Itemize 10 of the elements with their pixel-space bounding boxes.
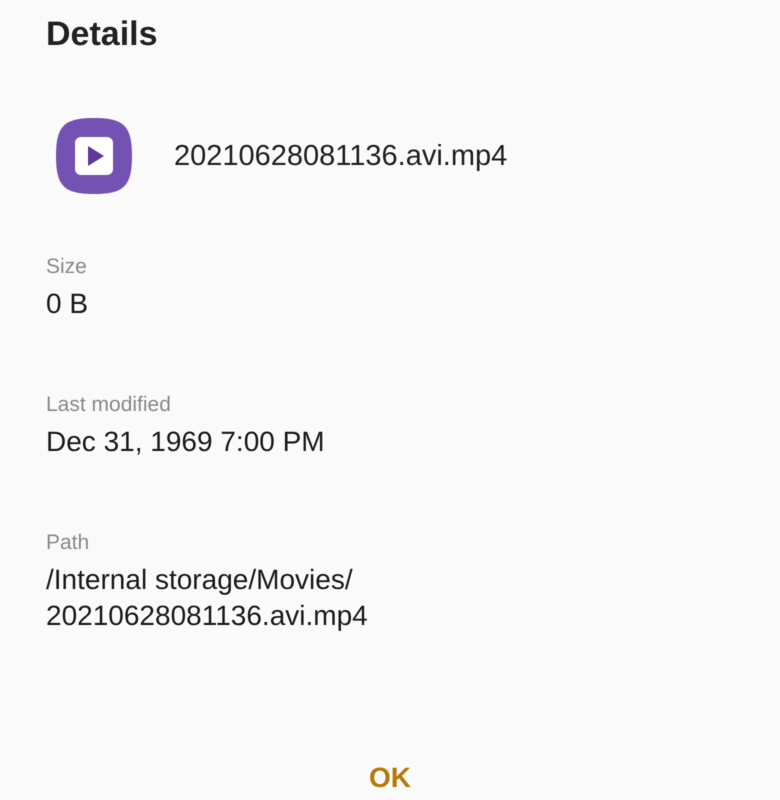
field-label: Path [46,530,90,556]
field-label: Last modified [46,392,172,418]
ok-button[interactable]: OK [361,760,419,796]
video-file-icon [54,116,134,196]
field-value: /Internal storage/Movies/ 20210628081136.avi.mp4 [46,563,369,633]
field-label: Size [46,254,88,280]
dialog-title: Details [46,14,158,55]
file-name: 20210628081136.avi.mp4 [174,140,508,172]
field-value: Dec 31, 1969 7:00 PM [46,425,326,459]
field-value: 0 B [46,287,90,321]
